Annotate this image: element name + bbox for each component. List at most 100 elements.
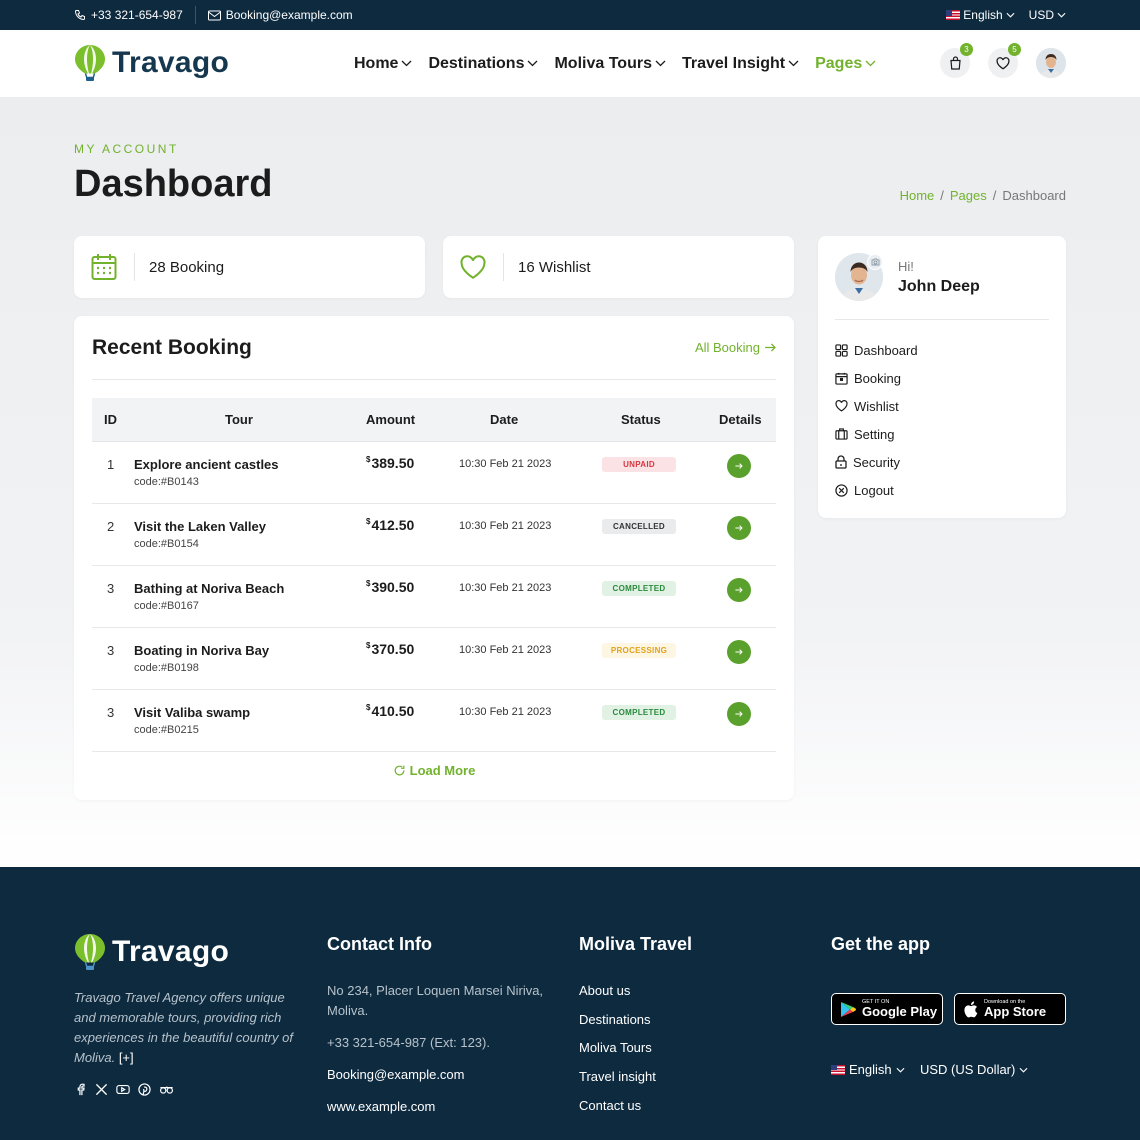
menu-item-setting[interactable]: Setting	[835, 420, 918, 448]
refresh-icon	[393, 764, 406, 777]
nav-pages[interactable]: Pages	[815, 55, 876, 73]
footer-email[interactable]: Booking@example.com	[327, 1065, 557, 1085]
footer-website[interactable]: www.example.com	[327, 1097, 557, 1117]
currency-symbol: $	[366, 517, 371, 526]
chevron-down-icon	[788, 60, 799, 67]
footer-link-moliva-tours[interactable]: Moliva Tours	[579, 1040, 656, 1069]
menu-label: Dashboard	[854, 342, 918, 358]
all-booking-link[interactable]: All Booking	[695, 340, 776, 355]
brand-logo[interactable]: Travago	[74, 44, 229, 82]
nav-home[interactable]: Home	[354, 55, 412, 73]
row-id: 3	[107, 643, 115, 658]
footer-link-travel-insight[interactable]: Travel insight	[579, 1069, 656, 1098]
amount-value: 389.50	[371, 455, 415, 471]
menu-item-logout[interactable]: Logout	[835, 476, 918, 504]
details-button[interactable]	[727, 516, 751, 540]
briefcase-icon	[835, 428, 848, 440]
currency-symbol: $	[366, 641, 371, 650]
footer-description-text: Travago Travel Agency offers unique and …	[74, 990, 293, 1065]
table-row: 3 Bathing at Noriva Beach code:#B0167 $3…	[92, 566, 776, 628]
currency-symbol: $	[366, 579, 371, 588]
nav-destinations[interactable]: Destinations	[428, 55, 538, 73]
header-actions: 3 5	[940, 43, 1066, 78]
pinterest-icon[interactable]	[138, 1083, 151, 1096]
footer-link-contact[interactable]: Contact us	[579, 1098, 656, 1127]
menu-item-wishlist[interactable]: Wishlist	[835, 392, 918, 420]
all-booking-label: All Booking	[694, 340, 760, 355]
load-more-button[interactable]: Load More	[74, 763, 794, 778]
nav-travel-insight[interactable]: Travel Insight	[682, 55, 799, 73]
details-button[interactable]	[727, 640, 751, 664]
amount-value: 412.50	[371, 517, 415, 533]
tripadvisor-icon[interactable]	[159, 1083, 174, 1096]
chevron-down-icon	[896, 1067, 905, 1073]
booking-count: 28 Booking	[149, 258, 225, 276]
profile-menu: Dashboard Booking Wishlist Setting Secur…	[835, 336, 918, 504]
google-play-button[interactable]: GET IT ON Google Play	[831, 993, 943, 1025]
top-email[interactable]: Booking@example.com	[207, 8, 353, 22]
chevron-down-icon	[527, 60, 538, 67]
details-button[interactable]	[727, 702, 751, 726]
row-tour: Visit Valiba swamp	[134, 705, 251, 720]
wishlist-stat-card[interactable]: 16 Wishlist	[443, 236, 794, 298]
user-avatar[interactable]	[1036, 48, 1066, 78]
row-code: code:#B0143	[134, 476, 199, 488]
menu-item-dashboard[interactable]: Dashboard	[835, 336, 918, 364]
nav-label: Travel Insight	[681, 54, 786, 72]
nav-label: Pages	[815, 54, 863, 72]
row-tour: Explore ancient castles	[134, 457, 279, 472]
app-store-button[interactable]: Download on the App Store	[954, 993, 1066, 1025]
currency-select[interactable]: USD	[1029, 8, 1066, 22]
nav-label: Destinations	[428, 54, 525, 72]
x-twitter-icon[interactable]	[95, 1083, 108, 1096]
breadcrumb-current: Dashboard	[1002, 188, 1066, 203]
camera-icon[interactable]	[867, 254, 883, 270]
footer-phone[interactable]: +33 321-654-987 (Ext: 123).	[327, 1033, 557, 1053]
breadcrumb-home[interactable]: Home	[900, 188, 935, 203]
footer-address: No 234, Placer Loquen Marsei Niriva, Mol…	[327, 983, 544, 1018]
google-play-icon	[840, 1001, 856, 1018]
footer-logo[interactable]: Travago	[74, 933, 229, 971]
wishlist-button[interactable]: 5	[988, 43, 1021, 78]
page-eyebrow: MY ACCOUNT	[74, 142, 179, 156]
calendar-icon	[74, 253, 134, 281]
phone-icon	[74, 9, 86, 21]
menu-item-security[interactable]: Security	[835, 448, 918, 476]
top-bar: +33 321-654-987 Booking@example.com Engl…	[0, 0, 1140, 30]
footer-link-destinations[interactable]: Destinations	[579, 1012, 656, 1041]
table-row: 3 Visit Valiba swamp code:#B0215 $410.50…	[92, 690, 776, 752]
amount-value: 370.50	[371, 641, 415, 657]
nav-moliva-tours[interactable]: Moliva Tours	[554, 55, 666, 73]
cart-button[interactable]: 3	[940, 43, 973, 78]
arrow-right-icon	[765, 343, 776, 352]
booking-stat-card[interactable]: 28 Booking	[74, 236, 425, 298]
footer-language-label: English	[849, 1062, 892, 1077]
footer-currency-select[interactable]: USD (US Dollar)	[920, 1062, 1028, 1077]
amount-value: 390.50	[371, 579, 415, 595]
balloon-logo-icon	[74, 933, 106, 971]
nav-label: Home	[354, 54, 399, 72]
breadcrumb: Home / Pages / Dashboard	[900, 188, 1066, 203]
youtube-icon[interactable]	[116, 1083, 130, 1096]
profile-greeting: Hi!	[898, 259, 914, 274]
status-badge: UNPAID	[602, 457, 676, 472]
top-phone[interactable]: +33 321-654-987	[74, 8, 183, 22]
footer-language-select[interactable]: English	[831, 1062, 905, 1077]
footer-link-about[interactable]: About us	[579, 983, 656, 1012]
row-id: 3	[107, 705, 115, 720]
read-more-link[interactable]: [+]	[119, 1050, 134, 1065]
details-button[interactable]	[727, 454, 751, 478]
col-tour: Tour	[225, 412, 253, 427]
mail-icon	[207, 10, 221, 21]
footer-brand-name: Travago	[112, 935, 230, 968]
language-label: English	[963, 8, 1003, 22]
chevron-down-icon	[655, 60, 666, 67]
facebook-icon[interactable]	[74, 1083, 87, 1096]
language-select[interactable]: English	[946, 8, 1015, 22]
row-amount: $410.50	[366, 703, 414, 719]
menu-item-booking[interactable]: Booking	[835, 364, 918, 392]
breadcrumb-separator: /	[992, 188, 997, 203]
details-button[interactable]	[727, 578, 751, 602]
breadcrumb-pages[interactable]: Pages	[950, 188, 987, 203]
chevron-down-icon	[401, 60, 412, 67]
